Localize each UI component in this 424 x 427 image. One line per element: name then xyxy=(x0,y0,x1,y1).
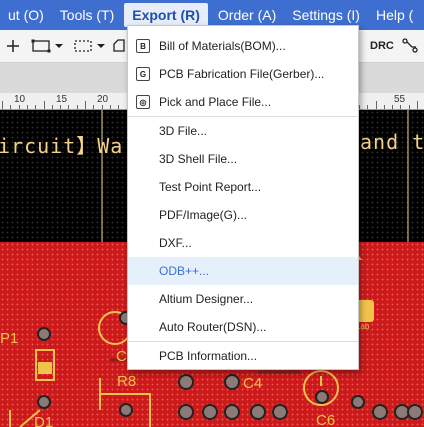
export-pdf-image-item[interactable]: PDF/Image(G)... xyxy=(128,201,358,229)
ref-label: C6 xyxy=(316,412,336,427)
export-pick-place-item[interactable]: ◎ Pick and Place File... xyxy=(128,88,358,116)
ruler-tick xyxy=(392,105,394,109)
ruler-tick xyxy=(35,105,37,109)
export-gerber-item[interactable]: G PCB Fabrication File(Gerber)... xyxy=(128,60,358,88)
export-auto-router-item[interactable]: Auto Router(DSN)... xyxy=(128,313,358,341)
export-3d-file-item[interactable]: 3D File... xyxy=(128,117,358,145)
menu-item-label: Pick and Place File... xyxy=(159,95,272,109)
ref-label: D1 xyxy=(34,414,54,427)
ruler-tick xyxy=(26,105,28,109)
ruler-tick xyxy=(85,101,86,109)
export-menu: B Bill of Materials(BOM)... G PCB Fabric… xyxy=(127,25,359,370)
menu-item-label: 3D File... xyxy=(159,124,208,138)
bom-icon: B xyxy=(136,39,150,53)
ruler-tick xyxy=(383,105,385,109)
ruler-tick xyxy=(400,105,402,109)
pad-icon[interactable] xyxy=(110,36,128,56)
ruler-label: 15 xyxy=(56,94,68,105)
ruler-label: 55 xyxy=(394,94,406,105)
menu-item-label: DXF... xyxy=(159,236,192,250)
menu-item-label: Auto Router(DSN)... xyxy=(159,320,267,334)
menu-item-label: Test Point Report... xyxy=(159,180,262,194)
ruler-tick xyxy=(60,105,62,109)
export-altium-item[interactable]: Altium Designer... xyxy=(128,285,358,313)
ruler-tick xyxy=(51,105,53,109)
ruler-tick xyxy=(358,105,360,109)
menu-export[interactable]: Export (R) xyxy=(124,3,208,27)
menu-item-label: 3D Shell File... xyxy=(159,152,238,166)
menu-item-label: PDF/Image(G)... xyxy=(159,208,248,222)
ruler-tick xyxy=(375,101,377,109)
menu-item-label: PCB Information... xyxy=(159,349,258,363)
menu-item-label: Bill of Materials(BOM)... xyxy=(159,39,286,53)
crosshair-icon[interactable] xyxy=(4,36,22,56)
ref-label: C4 xyxy=(243,375,263,392)
ruler-tick xyxy=(101,105,103,109)
menu-item-label: Altium Designer... xyxy=(159,292,254,306)
menu-item-label: ODB++... xyxy=(159,264,210,278)
pick-place-icon: ◎ xyxy=(136,95,150,109)
ruler-tick xyxy=(43,101,45,109)
export-dxf-item[interactable]: DXF... xyxy=(128,229,358,257)
ruler-tick xyxy=(408,105,410,109)
ruler-tick xyxy=(118,105,120,109)
drc-button[interactable]: DRC xyxy=(370,40,394,52)
select-lasso-icon[interactable] xyxy=(72,36,108,56)
route-icon[interactable] xyxy=(400,36,420,56)
export-3d-shell-item[interactable]: 3D Shell File... xyxy=(128,145,358,173)
export-pcb-info-item[interactable]: PCB Information... xyxy=(128,342,358,370)
ruler-label: 20 xyxy=(97,94,109,105)
gerber-icon: G xyxy=(136,67,150,81)
ruler-label: 10 xyxy=(14,94,26,105)
ruler-tick xyxy=(93,105,95,109)
ruler-tick xyxy=(367,105,369,109)
ruler-tick xyxy=(10,105,12,109)
menu-tools[interactable]: Tools (T) xyxy=(52,0,122,30)
menu-item-label: PCB Fabrication File(Gerber)... xyxy=(159,67,325,81)
ruler-tick xyxy=(68,105,70,109)
ruler-tick xyxy=(76,105,78,109)
export-bom-item[interactable]: B Bill of Materials(BOM)... xyxy=(128,32,358,60)
ruler-tick xyxy=(109,105,111,109)
ruler-tick xyxy=(2,101,3,109)
export-odb-item[interactable]: ODB++... xyxy=(128,257,358,285)
ref-label: P1 xyxy=(0,330,19,347)
menu-help[interactable]: Help ( xyxy=(368,0,421,30)
ruler-tick xyxy=(18,105,20,109)
export-test-point-item[interactable]: Test Point Report... xyxy=(128,173,358,201)
ref-label: C xyxy=(116,348,127,365)
ref-label: R8 xyxy=(117,373,137,390)
ruler-tick xyxy=(417,101,418,109)
menu-layout[interactable]: ut (O) xyxy=(0,0,52,30)
select-rect-icon[interactable] xyxy=(30,36,66,56)
